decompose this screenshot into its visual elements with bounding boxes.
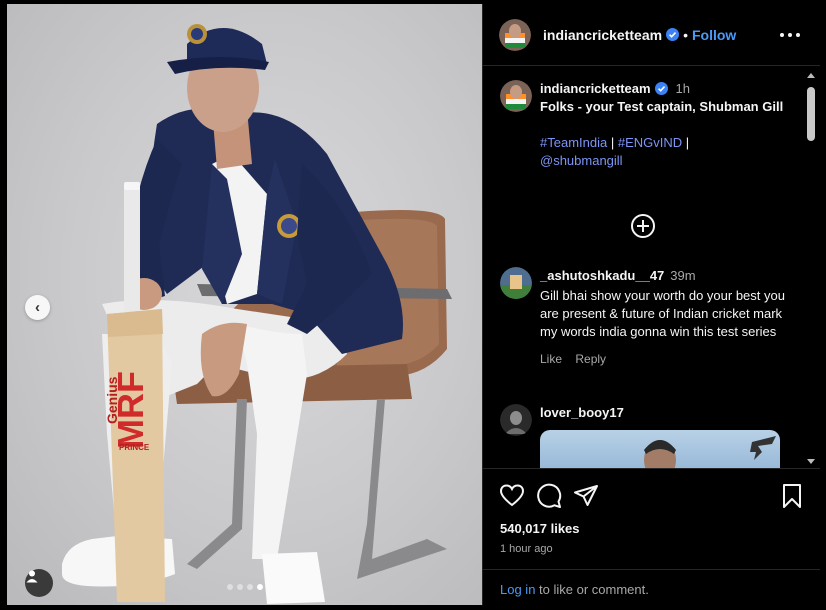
carousel-dot <box>227 584 233 590</box>
action-bar <box>499 483 804 509</box>
carousel-dot <box>247 584 253 590</box>
comment-item: lover_booy17 <box>500 404 790 468</box>
heart-icon[interactable] <box>499 483 525 509</box>
post-footer: 540,017 likes 1 hour ago Log in to like … <box>483 468 820 605</box>
post-modal: MRF Genius PRINCE ‹ indiancricketteam • … <box>0 0 826 610</box>
caption-tags: #TeamIndia | #ENGvIND | @shubmangill <box>540 135 690 168</box>
author-avatar[interactable] <box>499 18 531 51</box>
header-separator: • <box>683 26 688 43</box>
more-icon <box>780 33 784 37</box>
post-header: indiancricketteam • Follow <box>483 4 820 66</box>
post-caption: indiancricketteam 1h Folks - your Test ca… <box>500 80 790 170</box>
comment-media[interactable] <box>540 430 780 468</box>
chevron-left-icon: ‹ <box>35 299 40 316</box>
hashtag-teamindia[interactable]: #TeamIndia <box>540 135 607 150</box>
like-count[interactable]: 540,017 likes <box>500 521 580 536</box>
caption-username[interactable]: indiancricketteam <box>540 81 651 96</box>
bat-sub-text: Genius <box>104 376 120 424</box>
comment-time: 39m <box>670 268 696 283</box>
comment-icon[interactable] <box>536 483 562 509</box>
load-more-comments-button[interactable] <box>631 214 655 238</box>
like-comment-button[interactable]: Like <box>540 352 562 366</box>
login-prompt: Log in to like or comment. <box>483 569 820 609</box>
commenter-avatar[interactable] <box>500 404 532 436</box>
comments-scrollbar[interactable] <box>805 67 817 468</box>
user-tag-icon <box>26 570 38 583</box>
caption-time: 1h <box>675 81 691 96</box>
comment-item: _ashutoshkadu__47 39m Gill bhai show your… <box>500 267 790 368</box>
verified-icon <box>666 28 680 41</box>
photo-illustration: MRF Genius PRINCE <box>62 24 452 604</box>
post-sidebar: indiancricketteam • Follow indiancricket… <box>482 4 820 605</box>
carousel-dot <box>237 584 243 590</box>
more-options-button[interactable] <box>780 26 800 44</box>
login-suffix: to like or comment. <box>535 582 649 597</box>
login-link[interactable]: Log in <box>500 582 535 597</box>
caption-avatar[interactable] <box>500 80 532 112</box>
follow-button[interactable]: Follow <box>692 27 736 43</box>
author-username[interactable]: indiancricketteam <box>543 27 662 43</box>
caption-text: Folks - your Test captain, Shubman Gill <box>540 99 784 114</box>
hashtag-engvind[interactable]: #ENGvIND <box>618 135 682 150</box>
post-timestamp: 1 hour ago <box>500 543 553 555</box>
plus-circle-icon <box>637 220 649 232</box>
tagged-users-button[interactable] <box>25 569 53 597</box>
carousel-prev-button[interactable]: ‹ <box>25 295 50 320</box>
carousel-dot <box>257 584 263 590</box>
bookmark-icon[interactable] <box>779 483 805 509</box>
comments-section: indiancricketteam 1h Folks - your Test ca… <box>483 67 820 468</box>
reply-comment-button[interactable]: Reply <box>575 352 606 366</box>
carousel-indicator <box>227 584 263 590</box>
verified-icon <box>654 82 668 95</box>
post-photo[interactable]: MRF Genius PRINCE ‹ <box>7 4 482 605</box>
commenter-avatar[interactable] <box>500 267 532 299</box>
bat-model-text: PRINCE <box>119 443 150 452</box>
share-icon[interactable] <box>573 483 599 509</box>
comment-username[interactable]: lover_booy17 <box>540 405 624 420</box>
comment-text: Gill bhai show your worth do your best y… <box>540 288 785 339</box>
comment-username[interactable]: _ashutoshkadu__47 <box>540 268 664 283</box>
mention-shubmangill[interactable]: @shubmangill <box>540 153 623 168</box>
